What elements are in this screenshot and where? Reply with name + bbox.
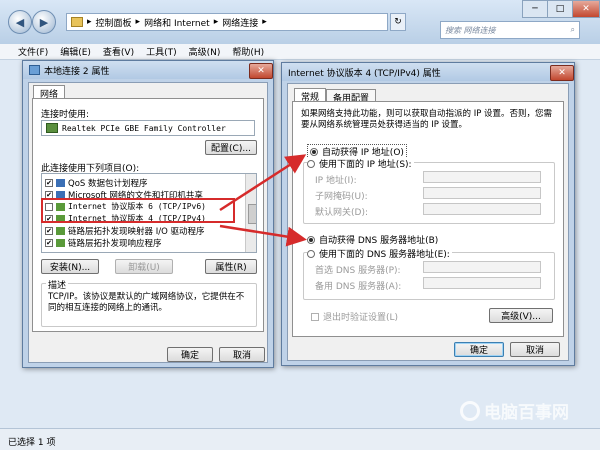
watermark: 电脑百事网 bbox=[460, 398, 569, 423]
arrow-to-auto-ip bbox=[219, 154, 307, 212]
arrow-to-auto-dns bbox=[219, 224, 307, 247]
watermark-logo-icon bbox=[460, 400, 480, 421]
annotation-arrows bbox=[219, 154, 307, 247]
watermark-text: 电脑百事网 bbox=[484, 403, 569, 423]
